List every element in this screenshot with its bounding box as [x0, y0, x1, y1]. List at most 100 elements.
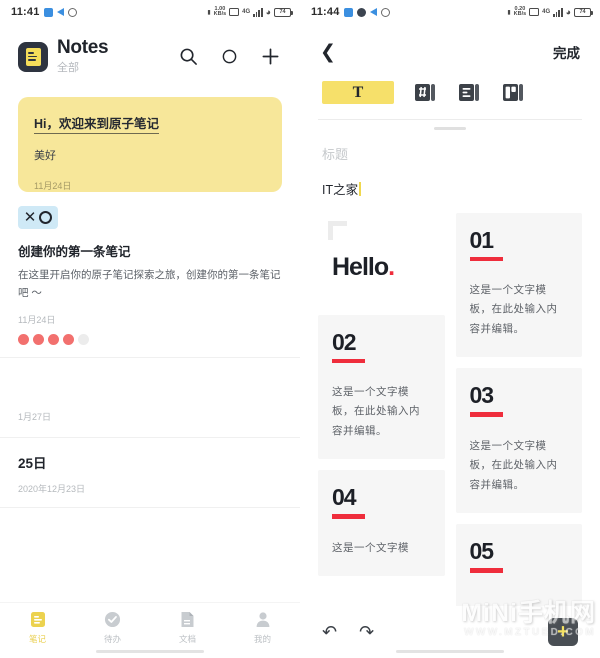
status-bar-right-group: ▮ 0.20 KB/s 4G ◕ 74 [507, 6, 593, 17]
template-column-right: 01 这是一个文字模板，在此处输入内容并编辑。 03 这是一个文字模板，在此处输… [455, 212, 582, 611]
plus-glyph: + [557, 621, 569, 643]
note-body: 在这里开启你的原子笔记探索之旅，创建你的第一条笔记吧 ～ [18, 269, 281, 299]
telegram-icon [369, 8, 377, 16]
status-bar-right-group: ▮ 1.00 KB/s 4G ◕ 74 [207, 6, 293, 17]
battery-level: 74 [279, 9, 286, 15]
bottom-navigation: 笔记 待办 文档 我的 [0, 602, 300, 658]
network-label: 4G [242, 9, 251, 15]
net-speed-unit: KB/s [513, 11, 527, 17]
circle-icon [380, 7, 390, 17]
template-card-02[interactable]: 02 这是一个文字模板，在此处输入内容并编辑。 [318, 314, 445, 460]
status-bar-left-group: 11:41 [11, 6, 77, 18]
x-glyph: ✕ [23, 209, 37, 226]
note-card-day25[interactable]: 25日 2020年12月23日 [0, 438, 300, 508]
note-glyph [25, 47, 41, 66]
nav-label: 笔记 [28, 633, 46, 644]
template-grid: Hello. 02 这是一个文字模板，在此处输入内容并编辑。 04 这是一个文字… [300, 199, 600, 611]
wifi-icon: ◕ [565, 7, 571, 17]
template-rule [469, 412, 503, 417]
chevron-left-icon[interactable]: ❮ [320, 43, 336, 62]
note-card-welcome[interactable]: Hi，欢迎来到原子笔记 美好 11月24日 [18, 97, 282, 192]
editor-header: ❮ 完成 [300, 24, 600, 72]
note-date: 11月24日 [34, 181, 72, 191]
corner-bracket-icon [328, 220, 347, 240]
editor-toolbar: ↶ ↷ + [300, 606, 600, 658]
template-number: 03 [469, 382, 495, 409]
template-card-01[interactable]: 01 这是一个文字模板，在此处输入内容并编辑。 [455, 212, 582, 358]
title-input-value[interactable]: IT之家 [322, 179, 358, 198]
columns-book-icon[interactable] [501, 80, 526, 105]
template-number: 02 [332, 328, 357, 355]
nav-item-notes[interactable]: 笔记 [0, 611, 75, 645]
title-placeholder: 标题 [322, 146, 349, 162]
cast-icon: ▮ [207, 9, 211, 16]
undo-redo-group: ↶ ↷ [322, 622, 374, 643]
net-speed: 1.00 KB/s [214, 6, 227, 17]
template-text: 这是一个文字模板，在此处输入内容并编辑。 [469, 439, 558, 491]
hash-book-icon[interactable] [413, 80, 438, 105]
note-title: Hi，欢迎来到原子笔记 [34, 113, 160, 134]
nav-item-todo[interactable]: 待办 [75, 611, 150, 645]
add-block-button[interactable]: + [548, 618, 578, 646]
nav-label: 待办 [103, 633, 121, 644]
search-icon[interactable] [178, 47, 198, 67]
note-date: 2020年12月23日 [18, 483, 86, 494]
template-card-03[interactable]: 03 这是一个文字模板，在此处输入内容并编辑。 [455, 368, 582, 514]
status-time: 11:44 [311, 6, 340, 18]
circle-icon [67, 7, 77, 17]
net-speed: 0.20 KB/s [513, 6, 527, 17]
template-number: 01 [469, 226, 495, 253]
header-actions [178, 47, 284, 67]
list-book-icon[interactable] [457, 80, 482, 105]
signal-icon [253, 7, 263, 17]
done-button[interactable]: 完成 [553, 42, 580, 62]
o-glyph [39, 211, 53, 224]
text-caret [359, 181, 361, 196]
app-logo-icon [18, 41, 48, 72]
text-template-tab[interactable]: T [322, 81, 394, 104]
hello-dot: . [388, 252, 395, 281]
template-rule [332, 514, 365, 519]
template-card-05[interactable]: 05 [455, 524, 582, 611]
redo-icon[interactable]: ↷ [359, 622, 374, 643]
battery-icon: 74 [274, 7, 293, 17]
undo-icon[interactable]: ↶ [322, 622, 337, 643]
note-body: 美好 [34, 150, 56, 162]
notes-list-screen: 11:41 ▮ 1.00 KB/s 4G ◕ 74 Notes 全部 Hi，欢迎… [0, 0, 300, 658]
nav-item-profile[interactable]: 我的 [225, 611, 300, 645]
divider [318, 119, 582, 120]
battery-icon: 74 [574, 7, 593, 17]
note-icon [29, 611, 47, 629]
note-title: 创建你的第一条笔记 [18, 245, 131, 259]
dual-screenshot: 11:41 ▮ 1.00 KB/s 4G ◕ 74 Notes 全部 Hi，欢迎… [0, 0, 600, 658]
nav-item-docs[interactable]: 文档 [150, 611, 225, 645]
xo-badge-icon: ✕ [18, 206, 58, 229]
title-value-row[interactable]: IT之家 [322, 163, 578, 199]
template-tabs: T [300, 72, 600, 105]
template-text: 这是一个文字模板，在此处输入内容并编辑。 [469, 284, 558, 335]
app-title-group: Notes 全部 [57, 37, 109, 75]
check-circle-icon [104, 611, 122, 629]
page-title: Notes [57, 37, 109, 58]
notes-list: Hi，欢迎来到原子笔记 美好 11月24日 ✕ 创建你的第一条笔记 在这里开启你… [0, 85, 300, 508]
note-progress-dots [18, 333, 282, 345]
nav-label: 我的 [253, 633, 271, 644]
circle-icon[interactable] [219, 47, 239, 67]
note-title: 25日 [18, 455, 47, 471]
status-bar-right: 11:44 ▮ 0.20 KB/s 4G ◕ 74 [300, 0, 600, 24]
signal-icon [553, 7, 563, 17]
template-text: 这是一个文字模 [332, 541, 409, 554]
template-number: 04 [332, 484, 357, 511]
status-bar-left: 11:41 ▮ 1.00 KB/s 4G ◕ 74 [0, 0, 300, 24]
message-icon [43, 7, 53, 17]
status-time: 11:41 [11, 6, 40, 18]
plus-icon[interactable] [260, 47, 280, 67]
template-rule [469, 568, 503, 573]
template-card-04[interactable]: 04 这是一个文字模 [318, 470, 445, 577]
title-editor: 标题 IT之家 [300, 130, 600, 199]
template-card-hello[interactable]: Hello. [318, 212, 445, 304]
note-card-first-note[interactable]: ✕ 创建你的第一条笔记 在这里开启你的原子笔记探索之旅，创建你的第一条笔记吧 ～… [0, 192, 300, 358]
battery-level: 74 [579, 9, 586, 15]
note-card-empty[interactable]: 1月27日 [0, 358, 300, 438]
person-icon [254, 611, 272, 629]
